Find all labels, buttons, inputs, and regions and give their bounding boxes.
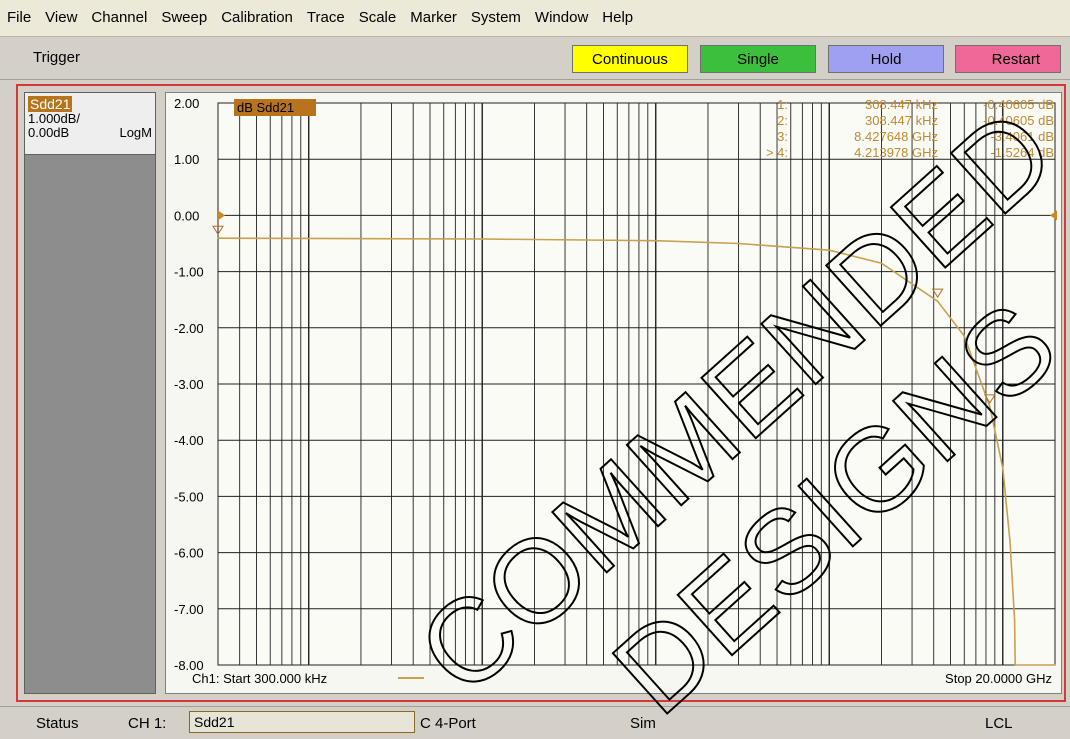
sdd21-point — [880, 262, 883, 264]
y-tick-label: -5.00 — [174, 489, 204, 504]
status-bar: Status CH 1: Sdd21 C 4-Port Sim LCL — [0, 706, 1070, 739]
marker-id: 1: — [777, 97, 788, 112]
status-mode: Sim — [630, 715, 656, 732]
menu-calibration[interactable]: Calibration — [214, 0, 300, 36]
sdd21-point — [828, 249, 831, 252]
trace-reference: 0.00dB — [28, 125, 70, 140]
sdd21-point — [989, 406, 991, 408]
y-tick-label: -2.00 — [174, 321, 204, 336]
menu-bar: File View Channel Sweep Calibration Trace Scal… — [0, 0, 1070, 37]
sdd21-point — [654, 239, 657, 242]
status-remote: LCL — [985, 715, 1013, 732]
y-tick-label: -7.00 — [174, 602, 204, 617]
status-label: Status — [36, 715, 79, 732]
trace-info[interactable]: Sdd21 1.000dB/ 0.00dB LogM — [25, 93, 155, 155]
sdd21-point — [963, 335, 966, 338]
sdd21-point — [1054, 664, 1056, 666]
marker-frequency: 8.427648 GHz — [854, 129, 938, 144]
marker-value: -0.40605 dB — [983, 97, 1054, 112]
y-tick-label: 1.00 — [174, 152, 199, 167]
sdd21-point — [1009, 540, 1011, 543]
marker-frequency: 4.213978 GHz — [854, 145, 938, 160]
marker-value: -1.5264 dB — [990, 145, 1054, 160]
trace-name[interactable]: Sdd21 — [28, 96, 73, 112]
menu-marker[interactable]: Marker — [403, 0, 464, 36]
menu-trace[interactable]: Trace — [300, 0, 352, 36]
trigger-label: Trigger — [33, 49, 80, 66]
trace-scale: 1.000dB/ — [28, 111, 81, 126]
continuous-button[interactable]: Continuous — [572, 45, 688, 73]
menu-scale[interactable]: Scale — [352, 0, 404, 36]
y-tick-label: -1.00 — [174, 265, 204, 280]
y-tick-label: -4.00 — [174, 433, 204, 448]
sdd21-point — [1013, 619, 1016, 621]
status-trace-field[interactable]: Sdd21 — [189, 711, 415, 733]
menu-file[interactable]: File — [0, 0, 38, 36]
sdd21-point — [737, 242, 740, 245]
y-tick-label: 0.00 — [174, 208, 199, 223]
restart-button[interactable]: Restart — [955, 45, 1061, 73]
sdd21-point — [307, 237, 310, 240]
sdd21-point — [936, 300, 939, 302]
menu-help[interactable]: Help — [595, 0, 640, 36]
marker-id: > 4: — [766, 145, 788, 160]
sdd21-point — [1014, 664, 1017, 666]
marker-value: -0.40605 dB — [983, 113, 1054, 128]
y-tick-label: -6.00 — [174, 546, 204, 561]
trigger-toolbar: Trigger Continuous Single Hold Restart — [0, 37, 1070, 80]
stop-label: Stop 20.0000 GHz — [945, 671, 1052, 686]
menu-view[interactable]: View — [38, 0, 84, 36]
marker-id: 2: — [777, 113, 788, 128]
trace-status-panel: Sdd21 1.000dB/ 0.00dB LogM — [24, 92, 156, 694]
marker-value: -3.4061 dB — [990, 129, 1054, 144]
trace-label: dB Sdd21 — [237, 100, 294, 115]
y-tick-label: -3.00 — [174, 377, 204, 392]
sdd21-point — [1001, 467, 1004, 470]
menu-channel[interactable]: Channel — [84, 0, 154, 36]
marker-id: 3: — [777, 129, 788, 144]
status-port: C 4-Port — [420, 715, 476, 732]
marker-frequency: 308.447 kHz — [865, 97, 938, 112]
sdd21-point — [481, 238, 484, 240]
menu-window[interactable]: Window — [528, 0, 595, 36]
sdd21-chart[interactable]: 2.00 1.00 0.00 -1.00 -2.00 -3.00 -4.00 -5.00 -6.… — [166, 93, 1061, 693]
single-button[interactable]: Single — [700, 45, 816, 73]
y-tick-label: 2.00 — [174, 96, 199, 111]
marker-frequency: 308.447 kHz — [865, 113, 938, 128]
menu-system[interactable]: System — [464, 0, 528, 36]
start-label: Ch1: Start 300.000 kHz — [192, 671, 327, 686]
hold-button[interactable]: Hold — [828, 45, 944, 73]
menu-sweep[interactable]: Sweep — [154, 0, 214, 36]
sdd21-point — [217, 237, 219, 240]
plot-area[interactable]: 2.00 1.00 0.00 -1.00 -2.00 -3.00 -4.00 -5.00 -6.… — [165, 92, 1062, 694]
trace-format: LogM — [119, 125, 152, 140]
status-channel: CH 1: — [128, 715, 167, 732]
